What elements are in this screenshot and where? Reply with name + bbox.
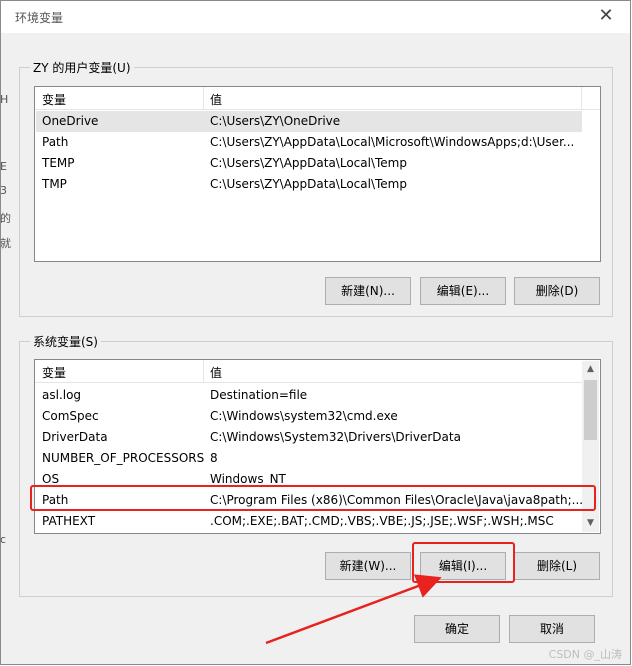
background-fragment: 就 (0, 237, 11, 250)
background-fragment: H (0, 93, 9, 106)
watermark: CSDN @_山涛 (548, 648, 622, 661)
background-fragment: 的 (0, 212, 11, 225)
environment-variables-dialog: 环境变量 ✕ ZY 的用户变量(U) 变量 值 OneDrive C:\User… (0, 0, 631, 665)
background-fragment: 3 (0, 184, 7, 197)
background-fragment: c (0, 533, 7, 546)
annotation-arrow (265, 574, 442, 645)
background-fragment: E (0, 160, 7, 173)
arrow-line (265, 574, 442, 645)
